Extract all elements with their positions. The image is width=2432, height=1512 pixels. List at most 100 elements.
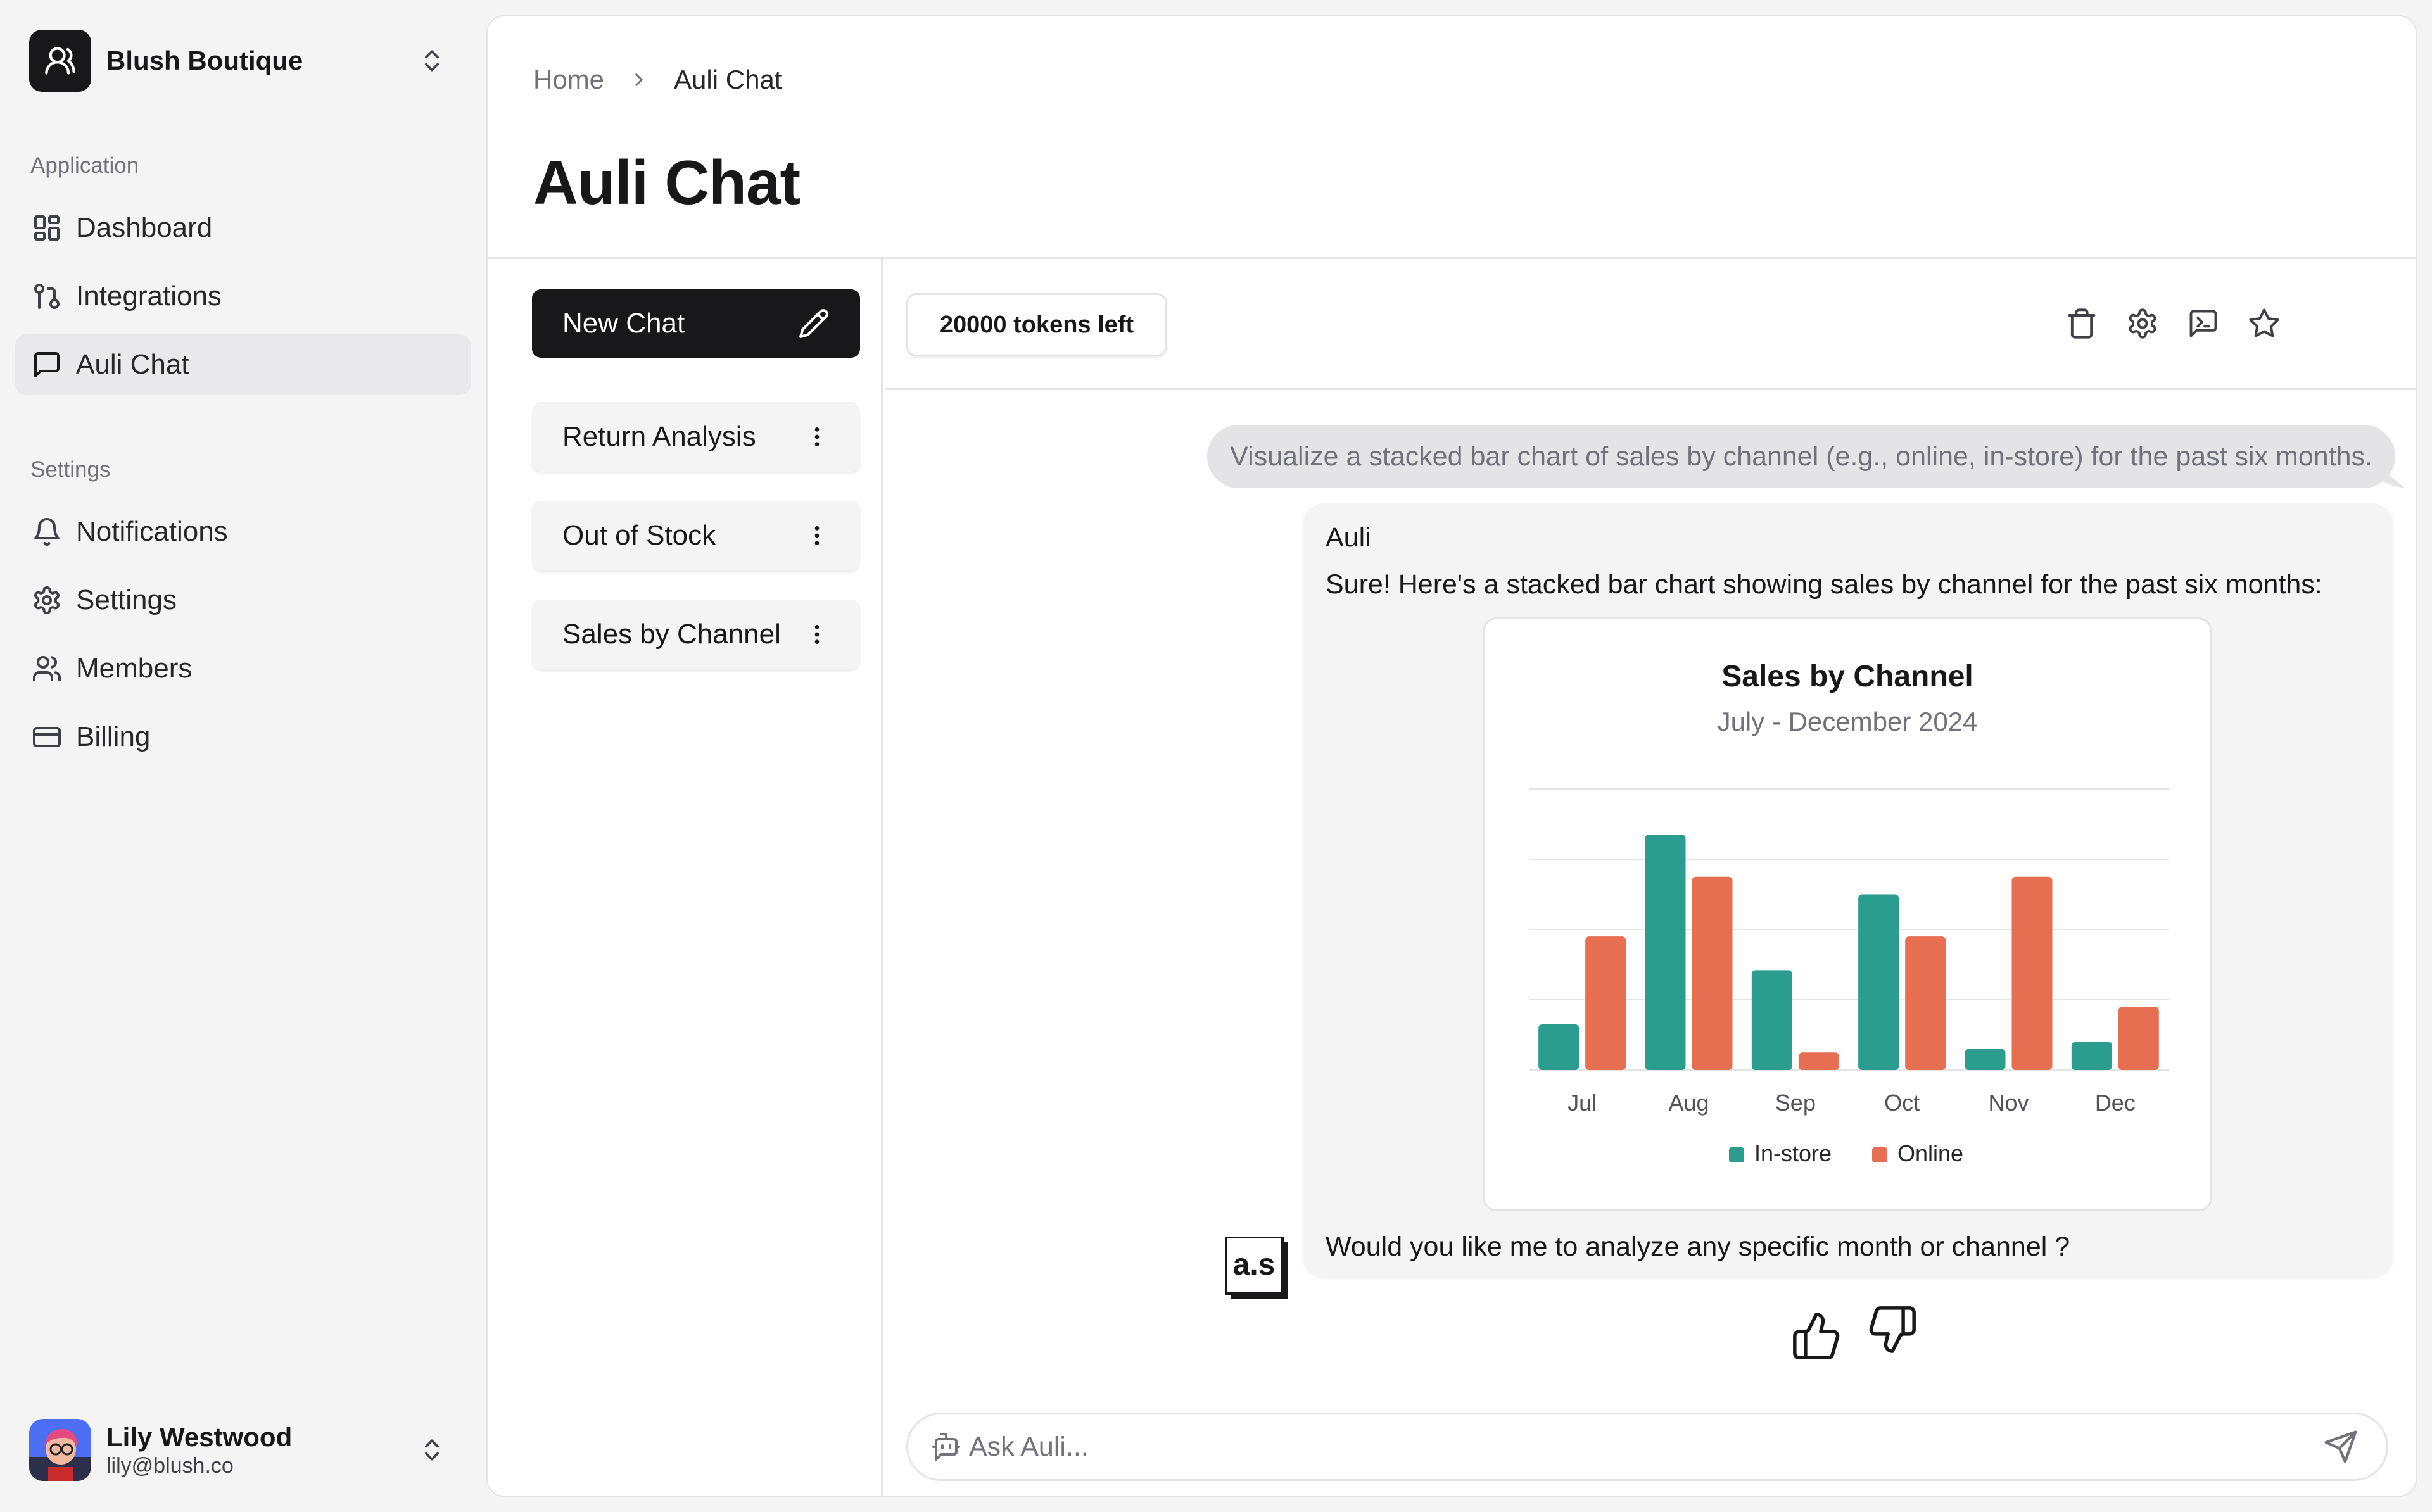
star-icon[interactable] — [2248, 307, 2281, 340]
bar-online-jul — [1585, 936, 1626, 1070]
bar-in-store-sep — [1751, 970, 1792, 1070]
bar-chart: Sales by Channel July - December 2024 Ju… — [1529, 660, 2169, 1166]
user-name: Lily Westwood — [106, 1422, 293, 1452]
chevron-up-down-icon — [425, 1439, 439, 1461]
chat-item-out-of-stock[interactable]: Out of Stock — [532, 501, 860, 570]
x-tick-label: Sep — [1775, 1090, 1816, 1116]
bar-online-oct — [1905, 936, 1946, 1070]
sidebar-item-members[interactable]: Members — [15, 638, 471, 699]
legend-label: Online — [1897, 1140, 1963, 1166]
credit-card-icon — [33, 727, 61, 747]
gear-icon[interactable] — [2126, 307, 2159, 340]
chart-title: Sales by Channel — [1721, 660, 1973, 693]
breadcrumb-current: Auli Chat — [674, 65, 782, 94]
integrations-icon — [34, 284, 60, 309]
bot-message-icon — [932, 1433, 960, 1461]
user-email: lily@blush.co — [106, 1454, 234, 1478]
x-tick-label: Aug — [1668, 1090, 1709, 1116]
bar-in-store-jul — [1538, 1024, 1580, 1070]
ask-auli-input[interactable] — [969, 1431, 2323, 1463]
bubble-tail — [2380, 467, 2405, 488]
bot-name: Auli — [1326, 522, 1371, 553]
chevron-right-icon — [635, 73, 643, 86]
bar-online-dec — [2118, 1007, 2159, 1070]
dashboard-icon — [34, 215, 60, 241]
bar-online-aug — [1692, 876, 1733, 1070]
legend-swatch — [1872, 1147, 1887, 1162]
chat-item-label: Out of Stock — [562, 520, 716, 551]
chat-area: 20000 tokens left Visualize a stacked ba… — [885, 259, 2416, 1496]
main-panel: Home Auli Chat Auli Chat New Chat Return… — [486, 15, 2417, 1497]
chat-item-sales-by-channel[interactable]: Sales by Channel — [532, 600, 860, 669]
sidebar-item-dashboard[interactable]: Dashboard — [15, 198, 471, 258]
sidebar-item-label: Dashboard — [76, 212, 213, 243]
sidebar-item-label: Integrations — [76, 280, 222, 312]
nav-group-application: Application — [30, 153, 139, 178]
pencil-icon — [799, 309, 828, 338]
bar-in-store-nov — [1965, 1049, 2006, 1070]
sidebar-item-label: Members — [76, 653, 193, 684]
x-tick-label: Nov — [1988, 1090, 2029, 1116]
bar-online-nov — [2011, 876, 2053, 1070]
org-name: Blush Boutique — [106, 46, 303, 75]
trash-icon[interactable] — [2065, 307, 2098, 340]
chat-item-label: Return Analysis — [562, 421, 756, 452]
sidebar-item-label: Settings — [76, 584, 177, 615]
chat-list-panel: New Chat Return Analysis Out of Stock Sa… — [488, 259, 883, 1496]
user-message-bubble: Visualize a stacked bar chart of sales b… — [1207, 425, 2395, 488]
org-switcher[interactable]: Blush Boutique — [29, 29, 460, 92]
sidebar-item-label: Notifications — [76, 516, 228, 547]
users-icon — [33, 656, 61, 681]
avatar — [29, 1419, 91, 1481]
user-menu[interactable]: Lily Westwood lily@blush.co — [29, 1416, 460, 1484]
chat-item-label: Sales by Channel — [562, 619, 781, 650]
breadcrumb-home-link[interactable]: Home — [533, 65, 604, 95]
breadcrumb: Home Auli Chat — [533, 65, 782, 95]
bot-message-card: Auli Sure! Here's a stacked bar chart sh… — [1303, 503, 2393, 1277]
org-logo-icon — [29, 30, 91, 92]
bell-icon — [34, 518, 60, 546]
chat-divider — [885, 388, 2416, 390]
nav-group-settings: Settings — [30, 457, 111, 482]
bar-in-store-dec — [2071, 1042, 2112, 1070]
sidebar-item-billing[interactable]: Billing — [15, 707, 471, 767]
legend-label: In-store — [1754, 1140, 1832, 1166]
sidebar-item-settings[interactable]: Settings — [15, 570, 471, 631]
more-vertical-icon[interactable] — [804, 523, 830, 548]
new-chat-button[interactable]: New Chat — [532, 289, 860, 358]
sidebar-item-label: Billing — [76, 721, 151, 752]
gear-icon — [34, 586, 60, 614]
chat-item-return-analysis[interactable]: Return Analysis — [532, 402, 860, 472]
x-tick-label: Jul — [1568, 1090, 1597, 1116]
user-message-text: Visualize a stacked bar chart of sales b… — [1230, 441, 2372, 472]
chat-icon — [34, 352, 60, 377]
sidebar: Blush Boutique Application Dashboard Int… — [0, 0, 486, 1512]
sidebar-item-notifications[interactable]: Notifications — [15, 501, 471, 562]
send-icon[interactable] — [2323, 1429, 2359, 1465]
bot-avatar: a.s — [1224, 1235, 1288, 1299]
more-vertical-icon[interactable] — [804, 622, 830, 647]
bar-online-sep — [1798, 1052, 1839, 1070]
bar-in-store-oct — [1858, 894, 1899, 1070]
new-chat-label: New Chat — [562, 308, 685, 339]
sidebar-item-integrations[interactable]: Integrations — [15, 266, 471, 327]
x-tick-label: Oct — [1884, 1090, 1920, 1116]
x-tick-label: Dec — [2095, 1090, 2136, 1116]
chevron-up-down-icon — [425, 50, 439, 72]
sidebar-item-auli-chat[interactable]: Auli Chat — [15, 334, 471, 395]
chart-card: Sales by Channel July - December 2024 Ju… — [1483, 617, 2212, 1211]
bot-avatar-text: a.s — [1233, 1248, 1276, 1282]
more-vertical-icon[interactable] — [804, 424, 830, 450]
chat-input-bar — [906, 1413, 2388, 1481]
bar-in-store-aug — [1645, 835, 1686, 1070]
user-info: Lily Westwood lily@blush.co — [106, 1421, 418, 1478]
bot-intro-text: Sure! Here's a stacked bar chart showing… — [1326, 569, 2322, 600]
tokens-badge: 20000 tokens left — [906, 293, 1167, 356]
bot-followup-text: Would you like me to analyze any specifi… — [1326, 1232, 2070, 1262]
sidebar-item-label: Auli Chat — [76, 349, 189, 380]
thumbs-down-icon[interactable] — [1866, 1304, 1918, 1356]
thumbs-up-icon[interactable] — [1790, 1310, 1842, 1362]
chart-subtitle: July - December 2024 — [1718, 707, 1978, 736]
prompt-icon[interactable] — [2187, 307, 2220, 340]
legend-swatch — [1729, 1147, 1744, 1162]
